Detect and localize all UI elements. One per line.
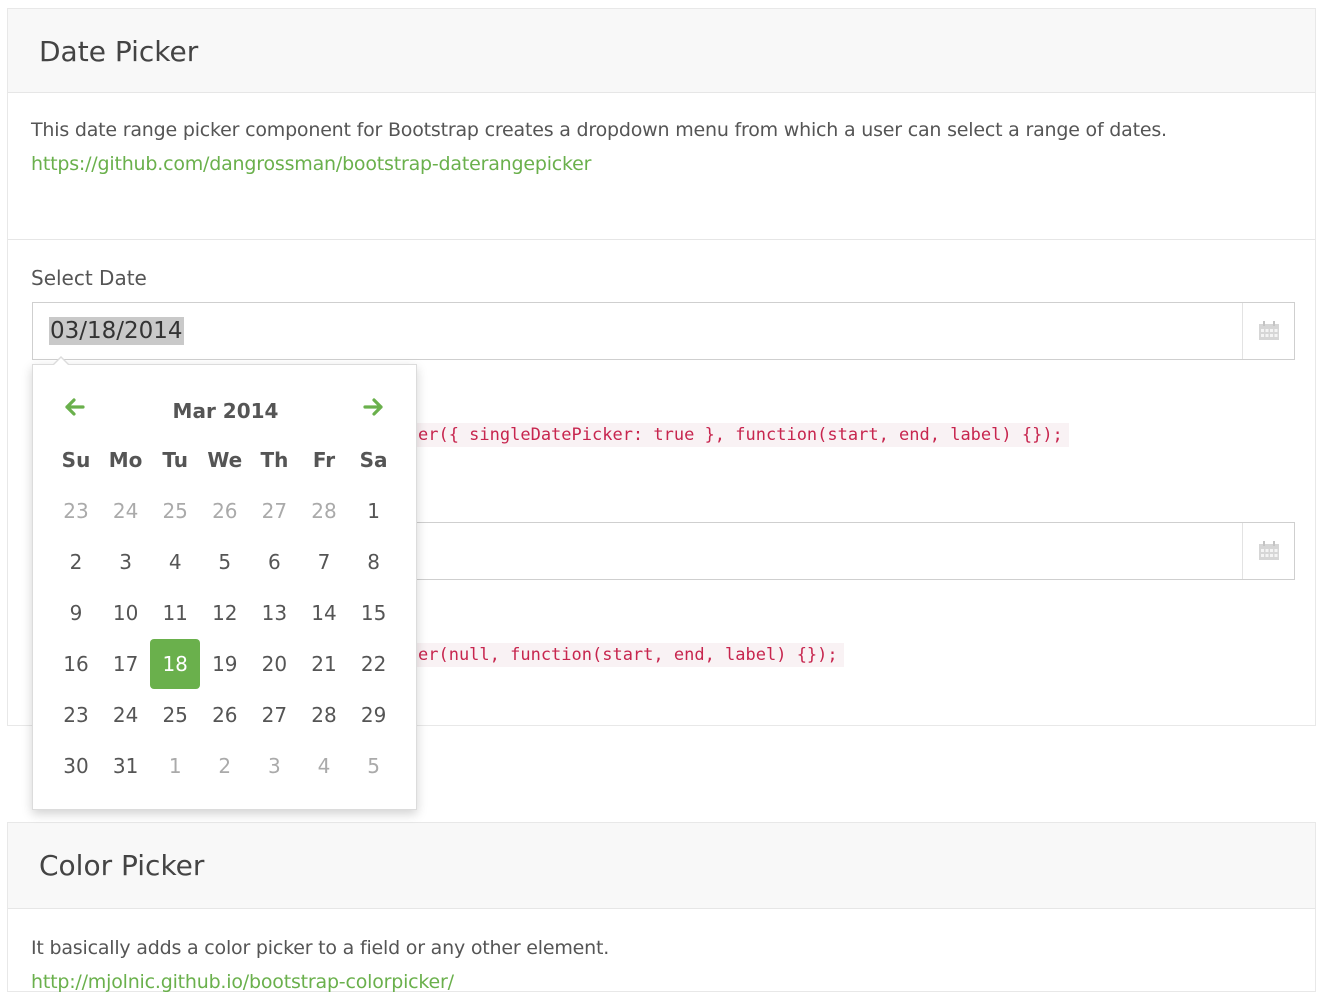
color-picker-title: Color Picker — [39, 849, 205, 882]
calendar-day-selected[interactable]: 18 — [150, 639, 201, 689]
calendar-day[interactable]: 2 — [51, 537, 101, 587]
calendar-day[interactable]: 29 — [349, 690, 399, 740]
calendar-day[interactable]: 20 — [249, 639, 299, 689]
calendar-addon[interactable] — [1242, 303, 1294, 359]
calendar-day[interactable]: 12 — [200, 588, 250, 638]
color-picker-link[interactable]: http://mjolnic.github.io/bootstrap-color… — [31, 971, 454, 993]
calendar-day[interactable]: 13 — [249, 588, 299, 638]
calendar-day[interactable]: 4 — [150, 537, 200, 587]
panel-divider — [8, 239, 1315, 240]
color-picker-panel: Color Picker It basically adds a color p… — [7, 822, 1316, 993]
calendar-day[interactable]: 14 — [299, 588, 349, 638]
weekday-header: Sa — [359, 448, 388, 472]
date-picker-title: Date Picker — [39, 35, 199, 68]
weekday-header: Th — [260, 448, 289, 472]
calendar-day[interactable]: 30 — [51, 741, 101, 791]
calendar-day[interactable]: 27 — [249, 486, 299, 536]
calendar-day[interactable]: 25 — [150, 690, 200, 740]
calendar-day[interactable]: 28 — [299, 690, 349, 740]
code-single-date: er({ singleDatePicker: true }, function(… — [412, 423, 1069, 447]
date-picker-link[interactable]: https://github.com/dangrossman/bootstrap… — [31, 153, 591, 175]
calendar-day[interactable]: 15 — [349, 588, 399, 638]
calendar-day[interactable]: 5 — [349, 741, 399, 791]
calendar-day[interactable]: 24 — [101, 690, 151, 740]
calendar-day[interactable]: 19 — [200, 639, 250, 689]
calendar-day[interactable]: 23 — [51, 486, 101, 536]
date-input[interactable]: 03/18/2014 — [32, 302, 1295, 360]
calendar-day[interactable]: 26 — [200, 486, 250, 536]
calendar-day[interactable]: 28 — [299, 486, 349, 536]
calendar-month-label: Mar 2014 — [172, 399, 279, 423]
calendar-icon — [1258, 541, 1279, 560]
calendar-day[interactable]: 6 — [249, 537, 299, 587]
calendar-day[interactable]: 1 — [150, 741, 200, 791]
calendar-day[interactable]: 9 — [51, 588, 101, 638]
color-picker-panel-header: Color Picker — [8, 823, 1315, 909]
calendar-day[interactable]: 26 — [200, 690, 250, 740]
calendar-day[interactable]: 21 — [299, 639, 349, 689]
weekday-header: We — [207, 448, 243, 472]
calendar-day[interactable]: 16 — [51, 639, 101, 689]
weekday-header: Mo — [108, 448, 143, 472]
code-range-date: er(null, function(start, end, label) {})… — [412, 643, 844, 667]
calendar-day[interactable]: 17 — [101, 639, 151, 689]
color-picker-description: It basically adds a color picker to a fi… — [31, 937, 610, 959]
calendar-dropdown: Mar 2014 Su Mo Tu We Th Fr Sa 23 24 25 26 27 28 1 2 3 4 5… — [32, 356, 417, 810]
calendar-day[interactable]: 24 — [101, 486, 151, 536]
arrow-right-icon — [363, 398, 383, 416]
calendar-day[interactable]: 31 — [101, 741, 151, 791]
calendar-day[interactable]: 3 — [249, 741, 299, 791]
select-date-label: Select Date — [31, 266, 147, 290]
calendar-day[interactable]: 3 — [101, 537, 151, 587]
calendar-day[interactable]: 7 — [299, 537, 349, 587]
calendar-day[interactable]: 1 — [349, 486, 399, 536]
calendar-day[interactable]: 8 — [349, 537, 399, 587]
calendar-day[interactable]: 22 — [349, 639, 399, 689]
weekday-header: Fr — [312, 448, 336, 472]
date-picker-description: This date range picker component for Boo… — [31, 119, 1167, 141]
calendar-day[interactable]: 4 — [299, 741, 349, 791]
date-picker-panel-header: Date Picker — [8, 9, 1315, 93]
calendar-day[interactable]: 23 — [51, 690, 101, 740]
calendar-day[interactable]: 5 — [200, 537, 250, 587]
calendar-addon-2[interactable] — [1242, 523, 1294, 579]
weekday-header: Tu — [162, 448, 189, 472]
calendar-day[interactable]: 2 — [200, 741, 250, 791]
calendar-icon — [1258, 321, 1279, 340]
calendar-day[interactable]: 11 — [150, 588, 200, 638]
calendar-day[interactable]: 25 — [150, 486, 200, 536]
calendar-day[interactable]: 10 — [101, 588, 151, 638]
date-input-value: 03/18/2014 — [49, 317, 184, 345]
weekday-header: Su — [61, 448, 91, 472]
next-month-button[interactable] — [363, 397, 383, 421]
calendar-day[interactable]: 27 — [249, 690, 299, 740]
